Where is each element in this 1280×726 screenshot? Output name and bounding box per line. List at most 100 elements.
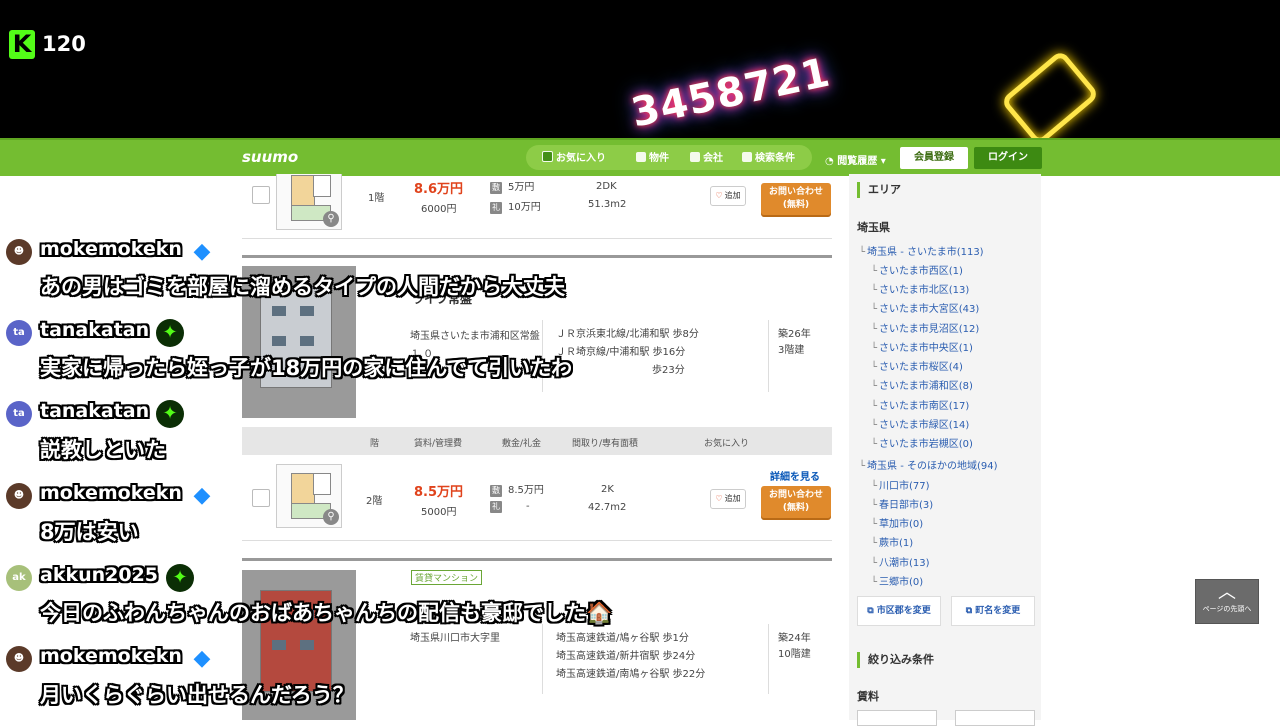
subscriber-badge-icon: ◆ <box>193 483 211 508</box>
viewer-count: 120 <box>42 32 86 56</box>
inquiry-button[interactable]: お問い合わせ (無料) <box>761 183 831 215</box>
nav-properties[interactable]: 物件 <box>636 149 669 164</box>
area-group-other[interactable]: └ 埼玉県 - そのほかの地域(94) <box>859 457 998 472</box>
area-item[interactable]: └ さいたま市岩槻区(0) <box>871 435 973 450</box>
zoom-icon: ⚲ <box>323 211 339 227</box>
station-access-3: 埼玉高速鉄道/南鳩ヶ谷駅 歩22分 <box>556 669 706 680</box>
kick-logo: K <box>9 30 35 59</box>
avatar: ☻ <box>6 646 32 672</box>
house-icon <box>636 152 646 162</box>
station-access-3: 歩23分 <box>652 365 685 376</box>
room-row: ⚲ 1階 8.6万円 6000円 敷 5万円 礼 10万円 2DK 51.3m2 ♡… <box>242 174 832 239</box>
area-item[interactable]: └ 春日部市(3) <box>871 496 933 511</box>
room-checkbox[interactable] <box>252 489 270 507</box>
area-title: エリア <box>857 182 901 198</box>
area-item[interactable]: └ 八潮市(13) <box>871 554 930 569</box>
area-item[interactable]: └ さいたま市桜区(4) <box>871 358 963 373</box>
room-table-header: 階 賃料/管理費 敷金/礼金 間取り/専有面積 お気に入り <box>242 427 832 455</box>
heart-icon: ♡ <box>715 191 723 200</box>
layout: 2DK <box>596 181 617 192</box>
subscriber-badge-icon: ◆ <box>193 646 211 671</box>
building-address: 埼玉県川口市大字里 <box>410 633 500 644</box>
divider <box>242 255 832 258</box>
deposit: 敷 5万円 <box>490 182 535 194</box>
neon-sign-icon <box>1000 49 1100 138</box>
floor-area: 51.3m2 <box>588 199 627 210</box>
verified-badge-icon: ✦ <box>166 564 194 592</box>
chat-message: 実家に帰ったら姪っ子が18万円の家に住んでて引いたわ <box>40 356 573 380</box>
suumo-logo[interactable]: suumo <box>242 148 298 166</box>
rent-min-select[interactable] <box>857 710 937 726</box>
chat-message: 今日のふわんちゃんのおばあちゃんちの配信も豪邸でした🏠 <box>40 601 613 625</box>
search-icon <box>742 152 752 162</box>
chevron-down-icon: ▾ <box>877 156 886 167</box>
building-stories: 3階建 <box>778 345 805 356</box>
area-item[interactable]: └ さいたま市北区(13) <box>871 281 969 296</box>
heart-icon: ♡ <box>715 494 723 503</box>
nav-companies[interactable]: 会社 <box>690 149 723 164</box>
building-stories: 10階建 <box>778 649 811 660</box>
avatar: ta <box>6 401 32 427</box>
verified-badge-icon: ✦ <box>156 319 184 347</box>
verified-badge-icon: ✦ <box>156 400 184 428</box>
area-item[interactable]: └ さいたま市大宮区(43) <box>871 300 979 315</box>
listings-panel: ⚲ 1階 8.6万円 6000円 敷 5万円 礼 10万円 2DK 51.3m2 ♡… <box>242 174 832 720</box>
nav-favorites[interactable]: お気に入り <box>542 149 606 164</box>
external-icon: ⧉ <box>965 606 976 616</box>
floorplan-thumbnail[interactable]: ⚲ <box>276 464 342 528</box>
area-item[interactable]: └ 川口市(77) <box>871 477 930 492</box>
page-top-button[interactable]: ︿ ページの先頭へ <box>1195 579 1259 624</box>
stream-top-bar: K 120 3458721 <box>0 0 1280 138</box>
floor-area: 42.7m2 <box>588 502 627 513</box>
management-fee: 6000円 <box>421 204 457 215</box>
management-fee: 5000円 <box>421 507 457 518</box>
station-access-2: ＪＲ埼京線/中浦和駅 歩16分 <box>556 347 686 358</box>
prefecture-label: 埼玉県 <box>857 221 890 234</box>
layout: 2K <box>601 484 614 495</box>
floor: 2階 <box>366 496 383 507</box>
change-town-button[interactable]: ⧉ 町名を変更 <box>951 596 1035 626</box>
avatar: ☻ <box>6 239 32 265</box>
station-access-1: 埼玉高速鉄道/鳩ヶ谷駅 歩1分 <box>556 633 689 644</box>
checkbox-icon <box>542 151 553 162</box>
history-menu[interactable]: ◔ 閲覧履歴 ▾ <box>825 152 886 167</box>
chat-message: あの男はゴミを部屋に溜めるタイプの人間だから大丈夫 <box>40 275 565 299</box>
area-item[interactable]: └ 草加市(0) <box>871 515 923 530</box>
filter-title: 絞り込み条件 <box>857 652 934 668</box>
area-item[interactable]: └ 蕨市(1) <box>871 534 913 549</box>
inquiry-button[interactable]: お問い合わせ (無料) <box>761 486 831 518</box>
nav-search-conditions[interactable]: 検索条件 <box>742 149 795 164</box>
change-city-button[interactable]: ⧉ 市区郡を変更 <box>857 596 941 626</box>
area-sidebar: エリア 埼玉県 └ 埼玉県 - さいたま市(113) └ さいたま市西区(1) └ さ… <box>849 174 1041 726</box>
room-checkbox[interactable] <box>252 186 270 204</box>
key-money: 礼 10万円 <box>490 202 541 214</box>
add-favorite-button[interactable]: ♡ 追加 <box>710 489 746 509</box>
divider <box>242 558 832 561</box>
station-access-2: 埼玉高速鉄道/新井宿駅 歩24分 <box>556 651 696 662</box>
area-item[interactable]: └ さいたま市南区(17) <box>871 397 969 412</box>
floorplan-thumbnail[interactable]: ⚲ <box>276 174 342 230</box>
login-button[interactable]: ログイン <box>974 147 1042 169</box>
area-item[interactable]: └ さいたま市見沼区(12) <box>871 320 979 335</box>
chat-message: 月いくらぐらい出せるんだろう？ <box>40 683 354 707</box>
chat-message: 説教しといた <box>40 438 166 462</box>
building-icon <box>690 152 700 162</box>
area-item[interactable]: └ さいたま市緑区(14) <box>871 416 969 431</box>
area-item[interactable]: └ さいたま市西区(1) <box>871 262 963 277</box>
rent-max-select[interactable] <box>955 710 1035 726</box>
add-favorite-button[interactable]: ♡ 追加 <box>710 186 746 206</box>
detail-link[interactable]: 詳細を見る <box>770 468 820 483</box>
property-type-badge: 賃貸マンション <box>411 570 483 585</box>
rent-price: 8.5万円 <box>414 485 464 500</box>
register-button[interactable]: 会員登録 <box>900 147 968 169</box>
clock-icon: ◔ <box>825 156 838 167</box>
area-item[interactable]: └ 三郷市(0) <box>871 573 923 588</box>
chat-message: 8万は安い <box>40 520 139 544</box>
floor: 1階 <box>368 193 385 204</box>
avatar: ta <box>6 320 32 346</box>
room-row: ⚲ 2階 8.5万円 5000円 敷 8.5万円 礼- 2K 42.7m2 詳細を… <box>242 456 832 541</box>
key-money: 礼- <box>490 501 530 513</box>
area-item[interactable]: └ さいたま市浦和区(8) <box>871 377 973 392</box>
area-group-saitama-city[interactable]: └ 埼玉県 - さいたま市(113) <box>859 243 984 258</box>
area-item[interactable]: └ さいたま市中央区(1) <box>871 339 973 354</box>
